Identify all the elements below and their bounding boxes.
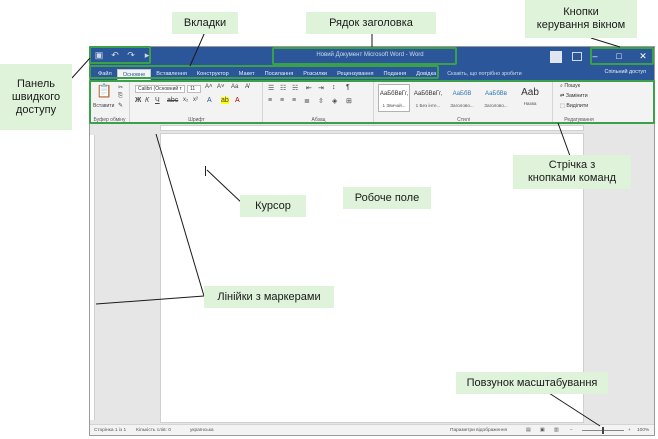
page-count[interactable]: Сторінка 1 із 1 bbox=[94, 428, 126, 433]
qat-highlight bbox=[89, 46, 151, 64]
callout-rulers: Лінійки з маркерами bbox=[204, 286, 334, 308]
callout-zoom-slider: Повзунок масштабування bbox=[456, 372, 608, 394]
window-controls-highlight bbox=[590, 47, 654, 65]
callout-title-bar: Рядок заголовка bbox=[306, 12, 436, 34]
vertical-ruler[interactable] bbox=[90, 135, 95, 420]
status-bar: Сторінка 1 із 1 Кількість слів: 0 україн… bbox=[90, 424, 654, 435]
zoom-level[interactable]: 100% bbox=[637, 428, 649, 433]
read-mode-icon[interactable]: ▤ bbox=[526, 428, 531, 433]
callout-ribbon: Стрічка з кнопками команд bbox=[513, 155, 631, 189]
callout-window-controls: Кнопки керування вікном bbox=[525, 0, 637, 38]
word-count[interactable]: Кількість слів: 0 bbox=[136, 428, 171, 433]
share-button[interactable]: Спільний доступ bbox=[605, 69, 646, 75]
web-layout-icon[interactable]: ▥ bbox=[554, 428, 559, 433]
language-indicator[interactable]: українська bbox=[190, 428, 214, 433]
horizontal-ruler[interactable] bbox=[160, 125, 584, 131]
print-layout-icon[interactable]: ▣ bbox=[540, 428, 545, 433]
titlebar-highlight bbox=[272, 47, 457, 65]
ribbon-highlight bbox=[89, 80, 655, 124]
text-cursor bbox=[205, 166, 206, 176]
zoom-slider-thumb[interactable] bbox=[602, 427, 604, 434]
zoom-in-icon[interactable]: + bbox=[628, 428, 631, 433]
callout-tabs: Вкладки bbox=[172, 12, 238, 34]
tabs-highlight bbox=[89, 65, 439, 79]
callout-work-area: Робоче поле bbox=[343, 187, 431, 209]
zoom-out-icon[interactable]: – bbox=[570, 428, 573, 433]
ribbon-display-options-icon[interactable] bbox=[572, 52, 582, 61]
callout-quick-access-toolbar: Панель швидкого доступу bbox=[0, 64, 72, 130]
callout-cursor: Курсор bbox=[240, 195, 306, 217]
annotated-screenshot: ▣ ↶ ↷ ▸ Новий Документ Microsoft Word - … bbox=[0, 0, 658, 439]
display-settings[interactable]: Параметри відображення bbox=[450, 428, 507, 433]
account-avatar[interactable] bbox=[550, 51, 562, 63]
